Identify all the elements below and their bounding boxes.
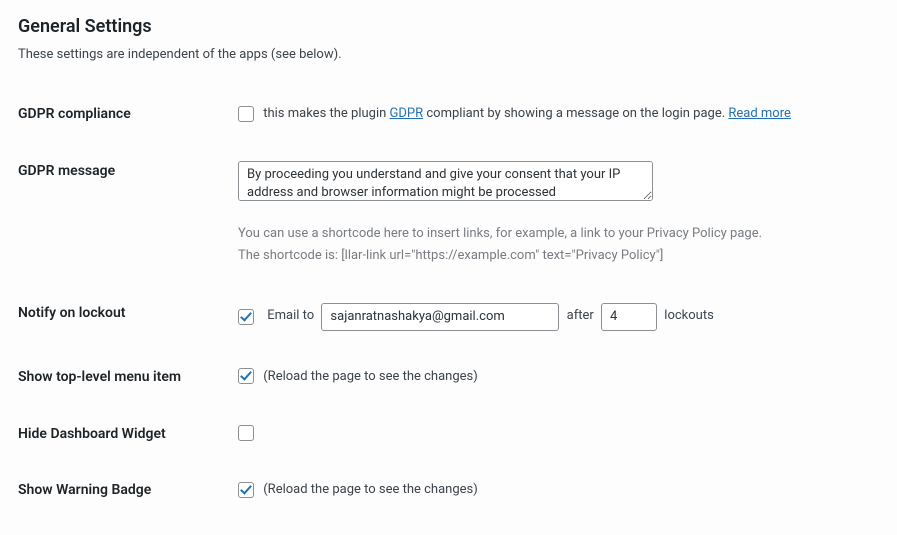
notify-email-input[interactable]: [321, 303, 559, 331]
row-notify-lockout: Notify on lockout Email to after lockout…: [18, 285, 879, 349]
row-gdpr-message: GDPR message You can use a shortcode her…: [18, 143, 879, 285]
row-top-menu: Show top-level menu item (Reload the pag…: [18, 349, 879, 406]
warning-badge-note: (Reload the page to see the changes): [263, 482, 478, 497]
label-warning-badge: Show Warning Badge: [18, 462, 238, 519]
label-top-menu: Show top-level menu item: [18, 349, 238, 406]
label-gdpr-compliance: GDPR compliance: [18, 86, 238, 143]
hide-widget-checkbox[interactable]: [238, 425, 254, 441]
gdpr-text-mid: compliant by showing a message on the lo…: [423, 106, 728, 121]
gdpr-text-before: this makes the plugin: [263, 106, 389, 121]
gdpr-message-hint: You can use a shortcode here to insert l…: [238, 223, 879, 267]
gdpr-compliance-checkbox[interactable]: [238, 106, 254, 122]
page-subtitle: These settings are independent of the ap…: [18, 47, 879, 62]
gdpr-compliance-field: this makes the plugin GDPR compliant by …: [238, 106, 791, 121]
gdpr-hint-line1: You can use a shortcode here to insert l…: [238, 223, 879, 245]
label-notify-lockout: Notify on lockout: [18, 285, 238, 349]
label-hide-widget: Hide Dashboard Widget: [18, 406, 238, 463]
row-warning-badge: Show Warning Badge (Reload the page to s…: [18, 462, 879, 519]
label-gdpr-message: GDPR message: [18, 143, 238, 285]
lockouts-label: lockouts: [664, 308, 714, 323]
email-to-label: Email to: [267, 308, 314, 323]
lockout-count-input[interactable]: [601, 303, 657, 331]
top-menu-note: (Reload the page to see the changes): [263, 369, 478, 384]
gdpr-link[interactable]: GDPR: [390, 106, 424, 121]
warning-badge-checkbox[interactable]: [238, 482, 254, 498]
row-hide-widget: Hide Dashboard Widget: [18, 406, 879, 463]
row-gdpr-compliance: GDPR compliance this makes the plugin GD…: [18, 86, 879, 143]
gdpr-message-textarea[interactable]: [238, 161, 653, 201]
page-title: General Settings: [18, 16, 879, 37]
top-menu-checkbox[interactable]: [238, 368, 254, 384]
read-more-link[interactable]: Read more: [728, 106, 791, 121]
gdpr-hint-line2: The shortcode is: [llar-link url="https:…: [238, 245, 879, 267]
settings-table: GDPR compliance this makes the plugin GD…: [18, 86, 879, 519]
notify-checkbox[interactable]: [238, 309, 254, 325]
after-label: after: [567, 308, 594, 323]
